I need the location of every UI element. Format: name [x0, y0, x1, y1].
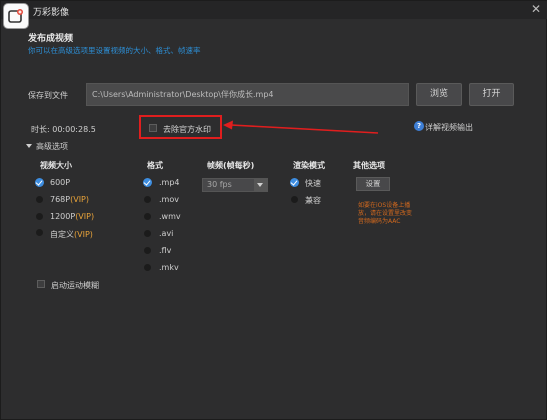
- duration-text: 时长: 00:00:28.5: [31, 125, 96, 134]
- app-logo-icon: [8, 9, 23, 23]
- render-option-label: 快速: [305, 179, 321, 188]
- advanced-options-toggle[interactable]: 高级选项: [26, 141, 68, 152]
- radio-size-600p[interactable]: [35, 178, 44, 187]
- format-option-label: .mp4: [159, 178, 180, 187]
- window-title: 万彩影像: [33, 8, 70, 18]
- annotation-arrow-icon: [223, 120, 379, 134]
- radio-size-1200p[interactable]: [36, 213, 43, 220]
- save-path-input[interactable]: [86, 83, 409, 106]
- radio-render-fast[interactable]: [290, 178, 299, 187]
- size-option-label: 1200P(VIP): [50, 212, 95, 221]
- motion-blur-checkbox[interactable]: [37, 280, 45, 288]
- question-icon: ?: [414, 121, 424, 131]
- remove-watermark-label: 去除官方水印: [163, 125, 211, 134]
- browse-button[interactable]: 浏览: [416, 83, 462, 106]
- format-option-label: .avi: [159, 229, 174, 238]
- render-mode-header: 渲染模式: [293, 161, 325, 170]
- video-size-header: 视频大小: [40, 161, 72, 170]
- other-options-header: 其他选项: [353, 161, 385, 170]
- radio-render-compatible[interactable]: [291, 196, 298, 203]
- page-subtitle: 你可以在高级选项里设置视频的大小、格式、帧速率: [28, 46, 201, 55]
- size-option-label: 768P(VIP): [50, 195, 89, 204]
- radio-size-768p[interactable]: [36, 196, 43, 203]
- page-title: 发布成视频: [28, 34, 74, 44]
- publish-video-window: 万彩影像 ✕ 发布成视频 你可以在高级选项里设置视频的大小、格式、帧速率 保存到…: [0, 0, 547, 420]
- title-bar: 万彩影像 ✕: [1, 1, 547, 19]
- help-link-label: 详解视频输出: [425, 123, 473, 132]
- radio-format-flv[interactable]: [144, 247, 151, 254]
- open-button[interactable]: 打开: [469, 83, 514, 106]
- motion-blur-label: 启动运动模糊: [51, 281, 99, 290]
- save-to-file-label: 保存到文件: [28, 91, 68, 100]
- close-button[interactable]: ✕: [529, 2, 543, 16]
- radio-format-avi[interactable]: [144, 230, 151, 237]
- format-option-label: .mkv: [159, 263, 179, 272]
- settings-button[interactable]: 设置: [356, 177, 390, 191]
- fps-select[interactable]: 30 fps: [202, 178, 268, 192]
- fps-value: 30 fps: [207, 180, 232, 189]
- size-option-label: 600P: [50, 178, 71, 187]
- radio-format-mp4[interactable]: [143, 178, 152, 187]
- radio-format-wmv[interactable]: [144, 213, 151, 220]
- remove-watermark-checkbox[interactable]: [149, 124, 157, 132]
- caret-down-icon: [26, 144, 32, 148]
- render-option-label: 兼容: [305, 196, 321, 205]
- advanced-options-label: 高级选项: [36, 142, 68, 151]
- app-logo: [3, 3, 29, 29]
- radio-size-custom[interactable]: [36, 229, 43, 236]
- radio-format-mkv[interactable]: [144, 264, 151, 271]
- format-option-label: .wmv: [159, 212, 181, 221]
- size-option-label: 自定义(VIP): [50, 230, 93, 239]
- format-option-label: .flv: [159, 246, 172, 255]
- format-header: 格式: [147, 161, 163, 170]
- fps-header: 帧频(帧每秒): [207, 161, 255, 170]
- chevron-down-icon: [254, 179, 267, 191]
- radio-format-mov[interactable]: [144, 196, 151, 203]
- format-option-label: .mov: [159, 195, 179, 204]
- ios-aac-note: 如要在iOS设备上播放，请在设置里改变音频编码为AAC: [358, 202, 413, 225]
